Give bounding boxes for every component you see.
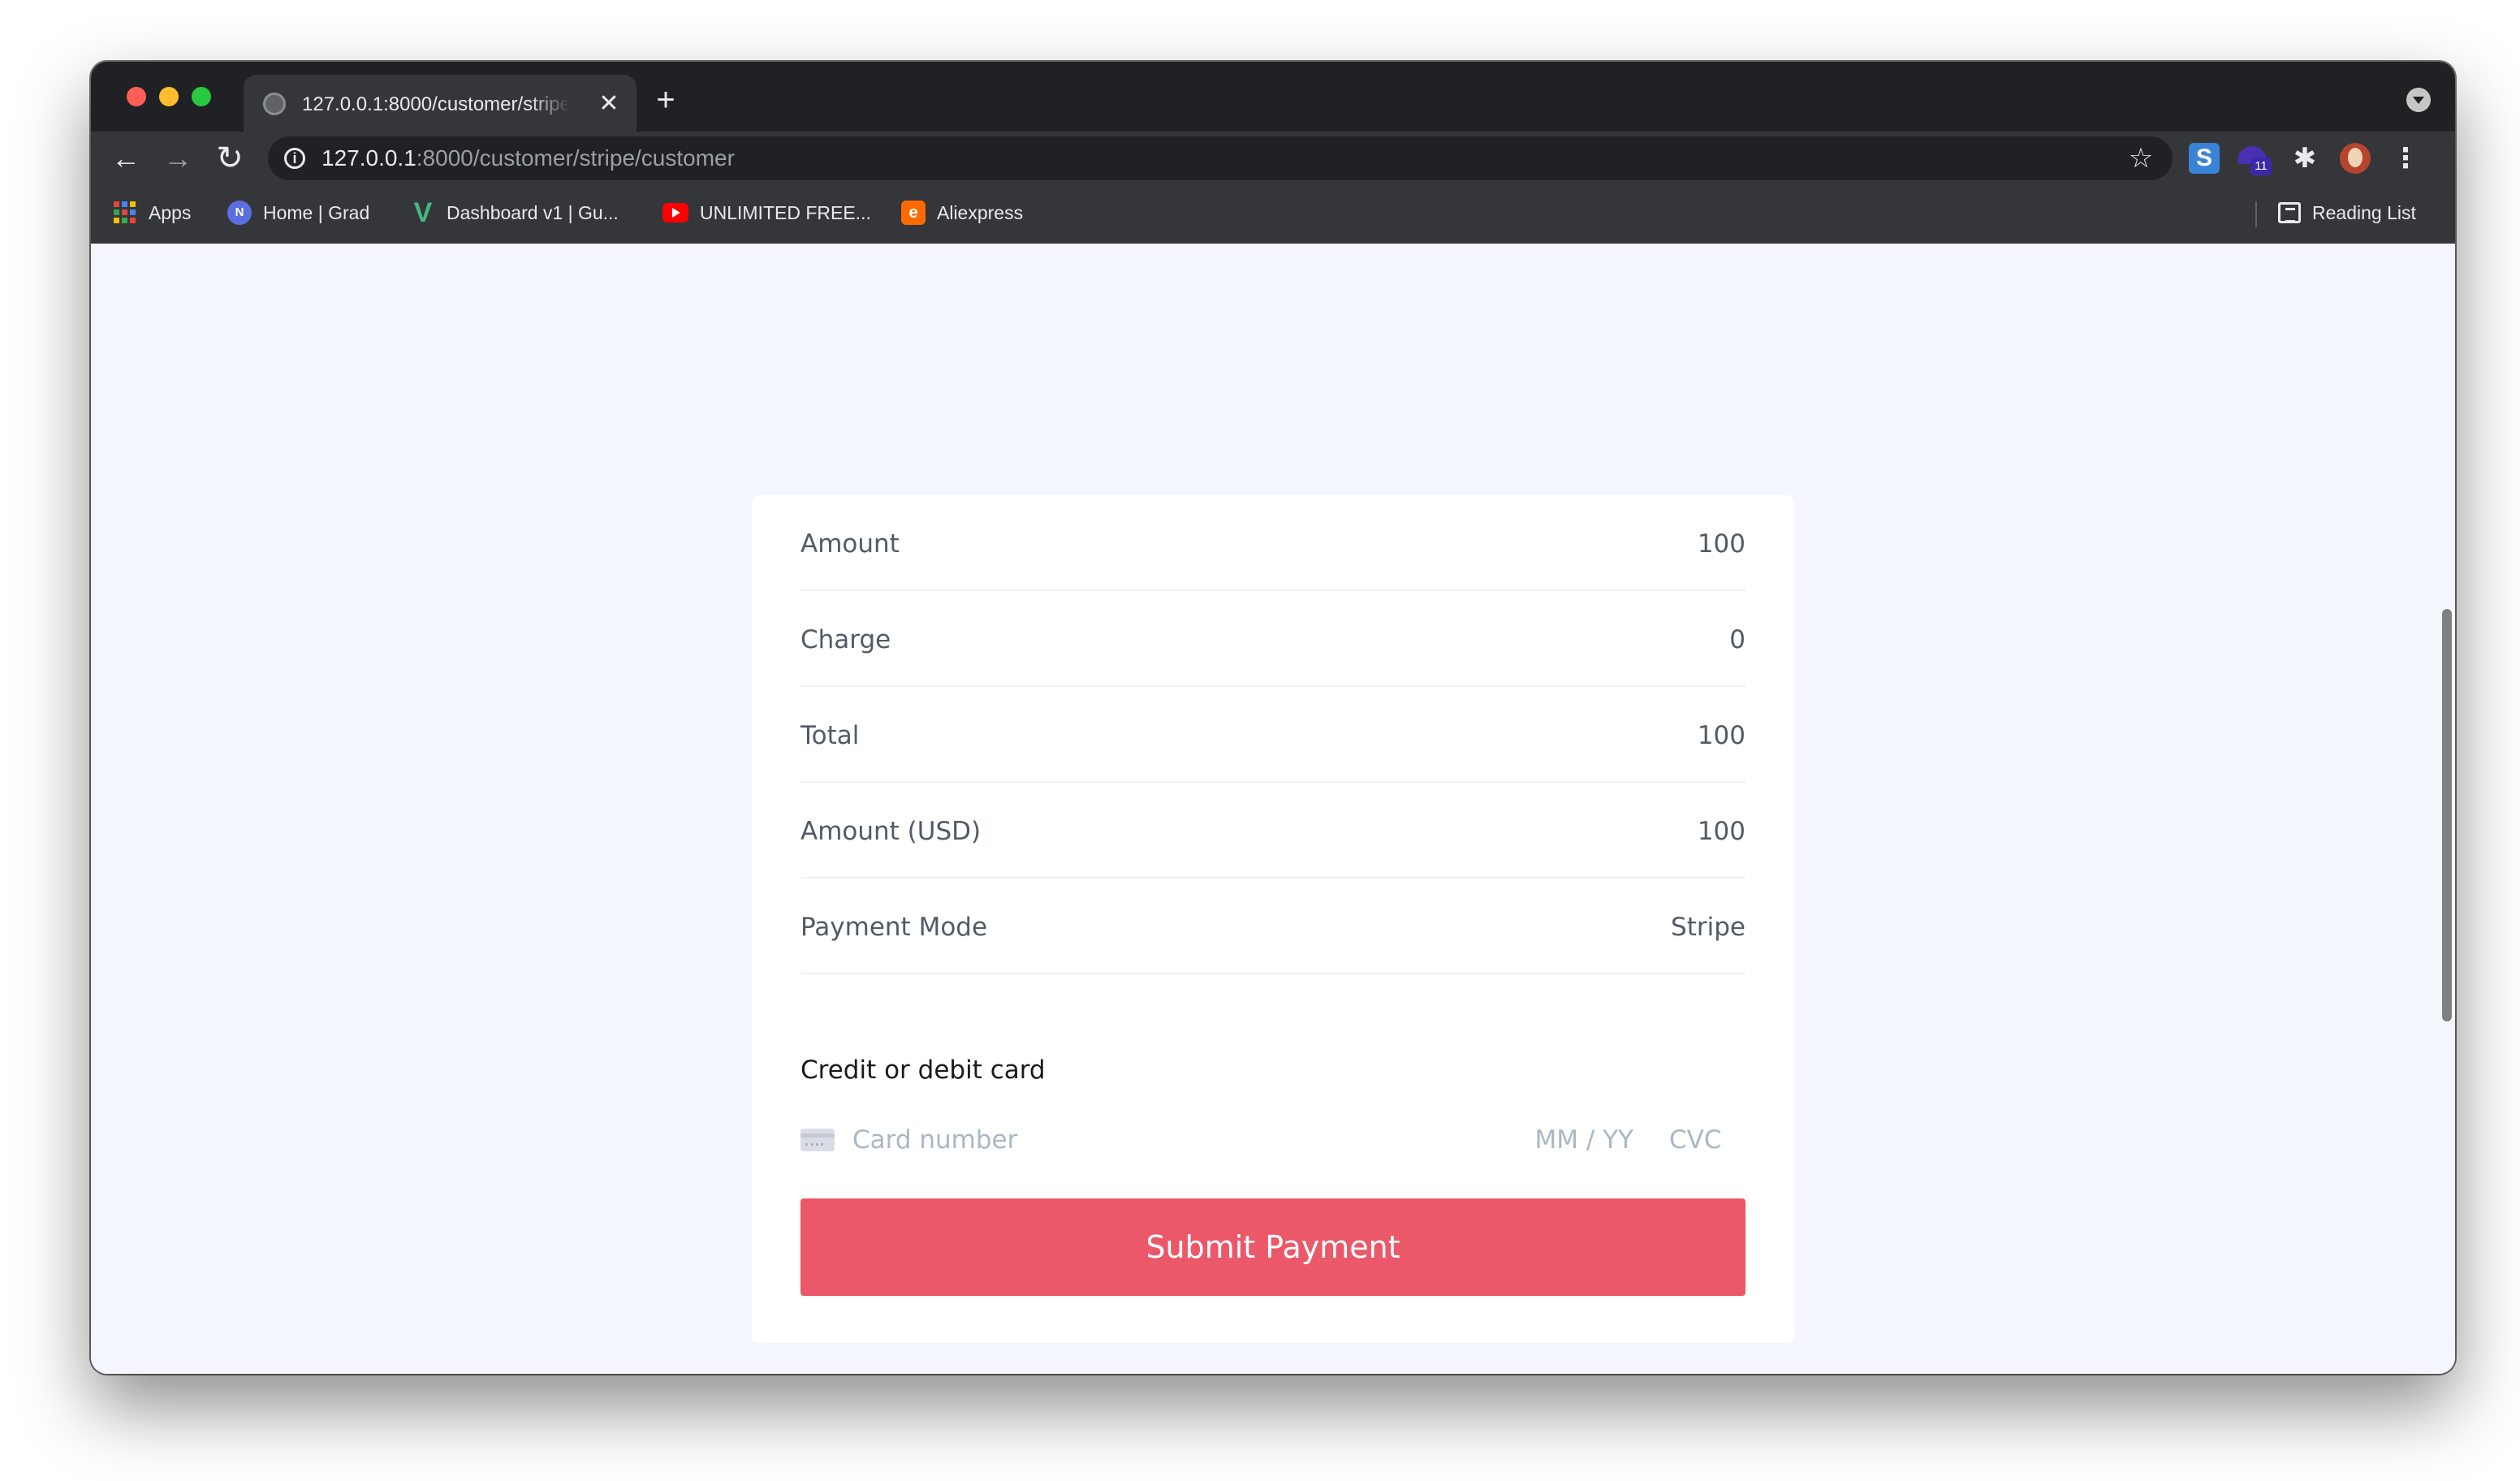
row-label: Total bbox=[800, 721, 860, 750]
row-value: 100 bbox=[1697, 529, 1745, 559]
info-icon[interactable]: i bbox=[284, 148, 305, 169]
bookmark-label: Home | Grad bbox=[263, 202, 370, 223]
bookmark-label: UNLIMITED FREE... bbox=[700, 202, 871, 223]
summary-row-amount: Amount 100 bbox=[800, 495, 1745, 591]
graduation-cap-extension-icon[interactable]: 11 bbox=[2237, 143, 2272, 175]
extension-badge: 11 bbox=[2250, 158, 2272, 175]
n-avatar-icon: N bbox=[227, 200, 252, 225]
bookmark-youtube[interactable]: UNLIMITED FREE... bbox=[662, 196, 871, 229]
kebab-menu-icon[interactable]: ⋮ bbox=[2390, 143, 2421, 174]
summary-row-amount-usd: Amount (USD) 100 bbox=[800, 783, 1745, 879]
maximize-window-button[interactable] bbox=[192, 87, 211, 106]
aliexpress-icon: e bbox=[901, 200, 926, 225]
back-button[interactable]: ← bbox=[107, 140, 145, 177]
close-icon[interactable]: ✕ bbox=[596, 91, 622, 117]
reload-button[interactable]: ↻ bbox=[211, 140, 248, 177]
credit-card-icon bbox=[800, 1129, 835, 1151]
puzzle-icon[interactable]: ✱ bbox=[2289, 143, 2320, 174]
tab-search-icon[interactable] bbox=[2406, 88, 2431, 112]
row-label: Amount bbox=[800, 529, 900, 559]
payment-card: Amount 100 Charge 0 Total 100 Amount (US… bbox=[752, 495, 1794, 1343]
bookmark-home-grad[interactable]: N Home | Grad bbox=[227, 196, 369, 229]
reading-list-icon bbox=[2278, 201, 2301, 223]
cvc-input[interactable] bbox=[1669, 1124, 1734, 1156]
new-tab-button[interactable]: + bbox=[649, 84, 682, 117]
url-path: :8000/customer/stripe/customer bbox=[416, 145, 735, 171]
avatar-face bbox=[2348, 148, 2362, 167]
bookmark-star-icon[interactable]: ☆ bbox=[2125, 143, 2156, 174]
address-bar[interactable]: i 127.0.0.1:8000/customer/stripe/custome… bbox=[268, 136, 2173, 180]
tab-strip: 127.0.0.1:8000/customer/stripe/customer … bbox=[91, 62, 2455, 132]
bookmarks-bar: Apps N Home | Grad V Dashboard v1 | Gu... … bbox=[91, 185, 2455, 244]
summary-row-charge: Charge 0 bbox=[800, 591, 1745, 687]
vue-logo-icon: V bbox=[413, 196, 433, 228]
reading-list-button[interactable]: Reading List bbox=[2278, 196, 2416, 229]
summary-row-payment-mode: Payment Mode Stripe bbox=[800, 879, 1745, 974]
row-label: Payment Mode bbox=[800, 913, 988, 942]
page-scrollbar[interactable] bbox=[2439, 244, 2455, 1374]
bookmark-apps[interactable]: Apps bbox=[114, 196, 191, 229]
scrollbar-thumb[interactable] bbox=[2442, 609, 2452, 1021]
card-element[interactable] bbox=[800, 1116, 1745, 1164]
close-window-button[interactable] bbox=[127, 87, 146, 106]
profile-avatar[interactable] bbox=[2340, 143, 2371, 174]
bookmark-label: Apps bbox=[149, 202, 192, 223]
globe-icon bbox=[263, 93, 286, 115]
youtube-icon bbox=[662, 202, 688, 222]
card-field-label: Credit or debit card bbox=[800, 1056, 1046, 1085]
tab-title: 127.0.0.1:8000/customer/stripe/customer bbox=[302, 93, 570, 115]
row-value: 100 bbox=[1697, 817, 1745, 846]
page-content: Amount 100 Charge 0 Total 100 Amount (US… bbox=[91, 244, 2455, 1374]
browser-window: 127.0.0.1:8000/customer/stripe/customer … bbox=[91, 62, 2455, 1374]
row-label: Amount (USD) bbox=[800, 817, 982, 846]
bookmark-label: Dashboard v1 | Gu... bbox=[447, 202, 619, 223]
reading-list-label: Reading List bbox=[2312, 202, 2416, 223]
row-label: Charge bbox=[800, 625, 891, 654]
row-value: 0 bbox=[1729, 625, 1745, 654]
summary-row-total: Total 100 bbox=[800, 687, 1745, 783]
url-host: 127.0.0.1 bbox=[321, 145, 416, 171]
tab-active[interactable]: 127.0.0.1:8000/customer/stripe/customer … bbox=[244, 75, 636, 132]
url-text[interactable]: 127.0.0.1:8000/customer/stripe/customer bbox=[321, 145, 735, 172]
card-number-input[interactable] bbox=[852, 1124, 1421, 1156]
bookmark-dashboard[interactable]: V Dashboard v1 | Gu... bbox=[411, 196, 619, 229]
forward-button[interactable]: → bbox=[159, 140, 196, 177]
expiry-input[interactable] bbox=[1504, 1124, 1633, 1156]
minimize-window-button[interactable] bbox=[159, 87, 179, 106]
browser-toolbar: ← → ↻ i 127.0.0.1:8000/customer/stripe/c… bbox=[91, 132, 2455, 185]
bookmarks-divider bbox=[2255, 201, 2257, 227]
apps-grid-icon bbox=[114, 201, 136, 224]
submit-payment-button[interactable]: Submit Payment bbox=[800, 1198, 1745, 1296]
bookmark-label: Aliexpress bbox=[937, 202, 1024, 223]
row-value: 100 bbox=[1697, 721, 1745, 750]
row-value: Stripe bbox=[1671, 913, 1745, 942]
s-extension-icon[interactable]: S bbox=[2189, 143, 2220, 174]
bookmark-aliexpress[interactable]: e Aliexpress bbox=[901, 196, 1023, 229]
